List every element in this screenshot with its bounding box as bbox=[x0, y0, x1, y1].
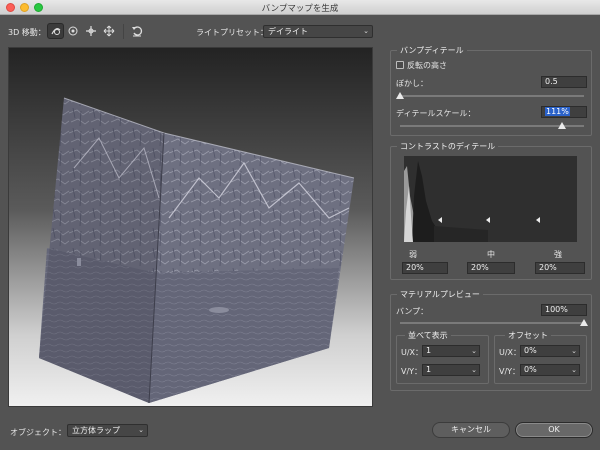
light-preset-value: デイライト bbox=[268, 27, 308, 36]
weak-input[interactable]: 20% bbox=[402, 262, 448, 274]
pan-tool-button[interactable] bbox=[82, 23, 99, 39]
bump-slider-thumb[interactable] bbox=[580, 319, 588, 326]
strong-input[interactable]: 20% bbox=[535, 262, 585, 274]
window-title: バンプマップを生成 bbox=[261, 4, 339, 14]
contrast-histogram[interactable] bbox=[404, 156, 577, 242]
tile-ux-value: 1 bbox=[426, 346, 432, 355]
chevron-down-icon: ⌄ bbox=[471, 347, 477, 355]
offset-ux-value: 0% bbox=[524, 346, 537, 355]
offset-vy-value: 0% bbox=[524, 365, 537, 374]
cube-preview bbox=[39, 97, 355, 404]
detail-scale-slider-track[interactable] bbox=[400, 125, 584, 127]
rotate-icon bbox=[68, 26, 77, 36]
mid-input[interactable]: 20% bbox=[467, 262, 515, 274]
invert-height-checkbox[interactable] bbox=[396, 61, 404, 69]
detail-scale-input[interactable]: 111% bbox=[541, 106, 587, 118]
mid-label: 中 bbox=[487, 250, 495, 259]
ok-button[interactable]: OK bbox=[515, 422, 593, 438]
object-value: 立方体ラップ bbox=[72, 426, 120, 435]
blur-input[interactable]: 0.5 bbox=[541, 76, 587, 88]
chevron-down-icon: ⌄ bbox=[571, 347, 577, 355]
tile-vy-value: 1 bbox=[426, 365, 432, 374]
material-preview-title: マテリアルプレビュー bbox=[397, 289, 483, 300]
pan-icon bbox=[85, 26, 96, 36]
reset-icon bbox=[131, 26, 142, 37]
bump-detail-title: バンプディテール bbox=[397, 45, 467, 56]
reset-view-button[interactable] bbox=[128, 23, 145, 39]
invert-height-label: 反転の高さ bbox=[407, 61, 447, 70]
tile-vy-label: V/Y： bbox=[401, 367, 423, 376]
rotate-tool-button[interactable] bbox=[64, 23, 81, 39]
toolbar-divider bbox=[123, 24, 124, 39]
blur-slider-thumb[interactable] bbox=[396, 92, 404, 99]
bump-label: バンプ： bbox=[396, 307, 429, 316]
object-select[interactable]: 立方体ラップ ⌄ bbox=[67, 424, 148, 437]
3d-move-label: 3D 移動： bbox=[8, 28, 46, 37]
chevron-down-icon: ⌄ bbox=[363, 27, 369, 35]
orbit-tool-button[interactable] bbox=[47, 23, 64, 39]
tile-ux-select[interactable]: 1 ⌄ bbox=[422, 345, 480, 357]
title-bar: バンプマップを生成 bbox=[0, 0, 600, 15]
object-label: オブジェクト： bbox=[10, 428, 66, 437]
chevron-down-icon: ⌄ bbox=[471, 366, 477, 374]
bump-input[interactable]: 100% bbox=[541, 304, 587, 316]
offset-ux-label: U/X： bbox=[499, 348, 522, 357]
contrast-detail-title: コントラストのディテール bbox=[397, 141, 499, 152]
tile-ux-label: U/X： bbox=[401, 348, 424, 357]
3d-preview-canvas[interactable] bbox=[8, 47, 373, 407]
histogram-graph bbox=[404, 161, 540, 242]
detail-scale-value: 111% bbox=[545, 107, 570, 116]
orbit-icon bbox=[50, 28, 60, 35]
tile-vy-select[interactable]: 1 ⌄ bbox=[422, 364, 480, 376]
slide-tool-button[interactable] bbox=[100, 23, 117, 39]
light-preset-select[interactable]: デイライト ⌄ bbox=[263, 25, 373, 38]
cancel-button[interactable]: キャンセル bbox=[432, 422, 510, 438]
slide-icon bbox=[103, 25, 114, 37]
offset-vy-select[interactable]: 0% ⌄ bbox=[520, 364, 580, 376]
strong-label: 強 bbox=[554, 250, 562, 259]
chevron-down-icon: ⌄ bbox=[138, 426, 144, 434]
offset-title: オフセット bbox=[505, 330, 551, 341]
offset-vy-label: V/Y： bbox=[499, 367, 521, 376]
weak-label: 弱 bbox=[409, 250, 417, 259]
blur-label: ぼかし： bbox=[396, 79, 428, 88]
light-preset-label: ライトプリセット： bbox=[196, 28, 268, 37]
blur-slider-track[interactable] bbox=[400, 95, 584, 97]
detail-scale-slider-thumb[interactable] bbox=[557, 122, 566, 129]
bump-slider-track[interactable] bbox=[400, 322, 584, 324]
offset-ux-select[interactable]: 0% ⌄ bbox=[520, 345, 580, 357]
detail-scale-label: ディテールスケール： bbox=[396, 109, 476, 118]
tile-title: 並べて表示 bbox=[405, 330, 451, 341]
chevron-down-icon: ⌄ bbox=[571, 366, 577, 374]
